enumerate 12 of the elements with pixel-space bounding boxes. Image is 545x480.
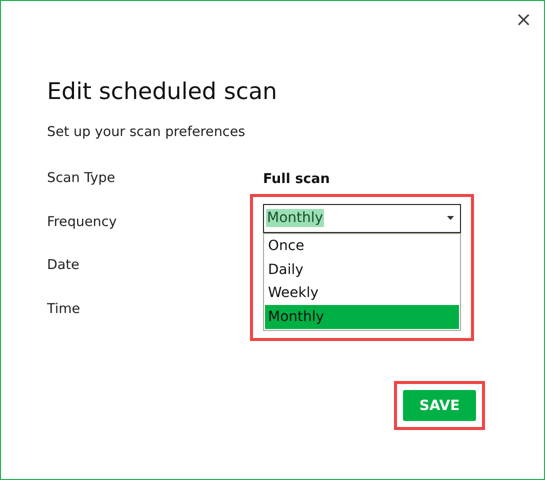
field-label: Scan Type	[47, 169, 116, 186]
field-label: Frequency	[47, 212, 117, 230]
frequency-dropdown[interactable]: Monthly	[263, 204, 461, 232]
field-label: Date	[47, 256, 80, 273]
dialog-subtitle: Set up your scan preferences	[47, 124, 246, 140]
field-label: Time	[47, 300, 80, 316]
dropdown-value: Monthly	[266, 209, 324, 227]
field-value: Full scan	[263, 170, 330, 187]
caret-icon	[447, 216, 454, 220]
close-button[interactable]: ×	[511, 5, 536, 33]
dropdown-option[interactable]: Monthly	[265, 305, 459, 328]
dialog-title: Edit scheduled scan	[47, 79, 278, 105]
